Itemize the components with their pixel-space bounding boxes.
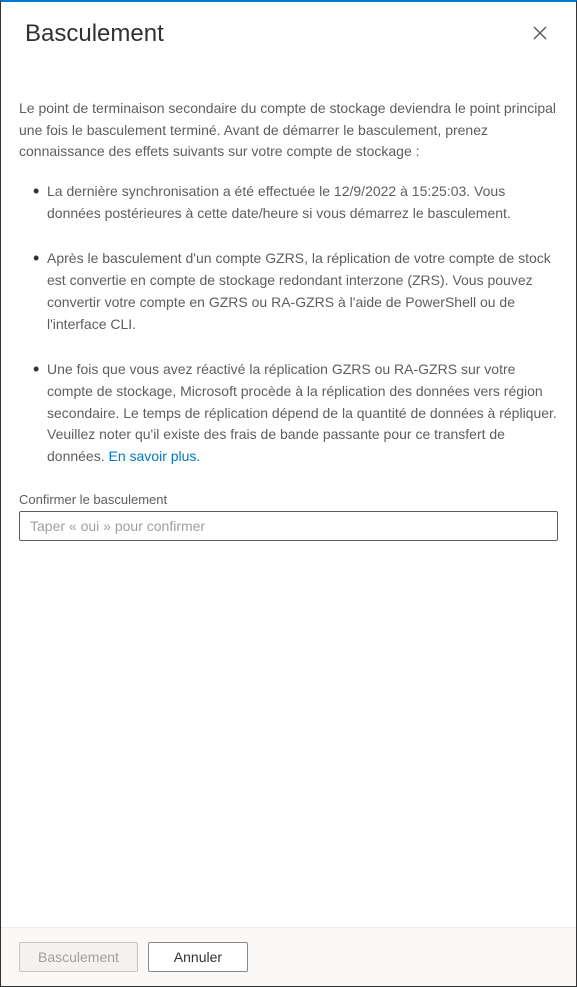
close-icon (532, 25, 548, 41)
confirm-input[interactable] (19, 511, 558, 541)
panel-content: Le point de terminaison secondaire du co… (1, 58, 576, 927)
failover-button[interactable]: Basculement (19, 942, 138, 972)
list-item: La dernière synchronisation a été effect… (33, 181, 558, 224)
cancel-button[interactable]: Annuler (148, 942, 248, 972)
effects-list: La dernière synchronisation a été effect… (19, 181, 558, 468)
confirm-label: Confirmer le basculement (19, 492, 558, 507)
list-item-text: Après le basculement d'un compte GZRS, l… (47, 250, 551, 331)
learn-more-link[interactable]: En savoir plus. (109, 448, 201, 464)
intro-paragraph: Le point de terminaison secondaire du co… (19, 98, 558, 163)
panel-title: Basculement (25, 20, 164, 48)
list-item: Après le basculement d'un compte GZRS, l… (33, 248, 558, 335)
list-item-text: La dernière synchronisation a été effect… (47, 183, 511, 221)
list-item: Une fois que vous avez réactivé la répli… (33, 359, 558, 467)
panel-footer: Basculement Annuler (1, 927, 576, 986)
failover-panel: Basculement Le point de terminaison seco… (1, 2, 576, 986)
panel-header: Basculement (1, 2, 576, 58)
close-button[interactable] (528, 21, 552, 48)
